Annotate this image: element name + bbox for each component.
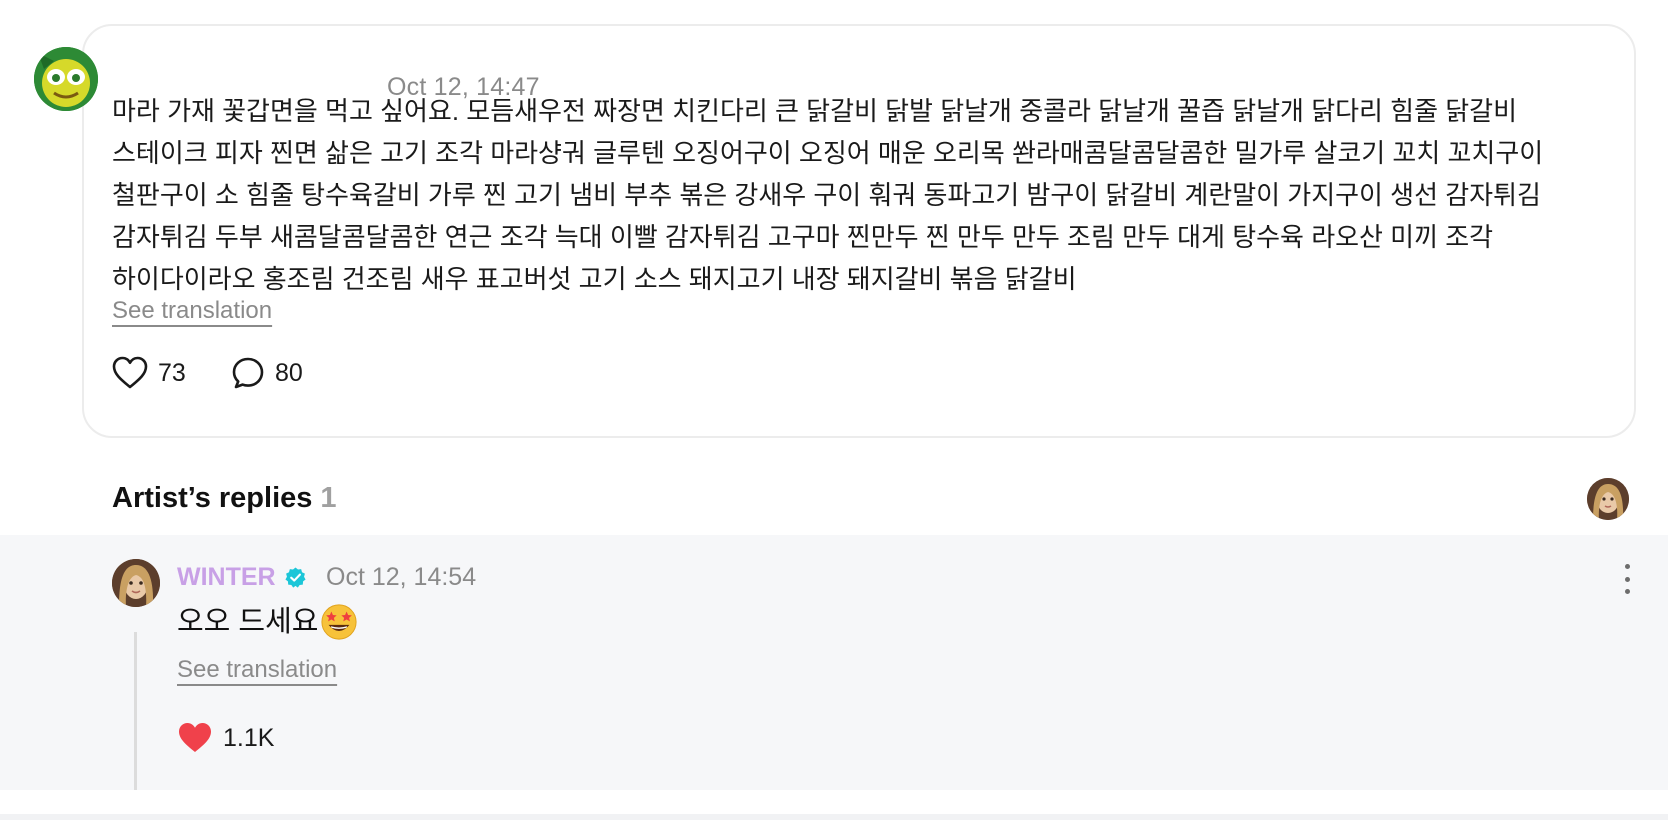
reply-text: 오오 드세요 [177,606,319,638]
artist-avatar-icon [112,559,160,607]
reply-timestamp: Oct 12, 14:54 [326,563,477,591]
reply-author-label: WINTER [177,563,276,591]
artist-replies-count: 1 [320,482,337,514]
reply-author-name[interactable]: WINTER [177,563,307,592]
reply-thread-line [134,632,137,790]
heart-outline-icon [112,356,148,389]
artist-replies-title: Artist’s replies [112,482,313,514]
reply-see-translation-link[interactable]: See translation [177,656,337,684]
post-comment-button[interactable]: 80 [231,356,303,390]
post-author-avatar[interactable] [34,47,98,111]
verified-badge-icon [285,567,306,588]
post-like-button[interactable]: 73 [112,356,186,390]
artist-replies-avatar[interactable] [1587,478,1629,520]
artist-reply-panel: WINTER Oct 12, 14:54 오오 드세요 See translat… [0,535,1668,790]
reply-message: 오오 드세요 [177,602,358,642]
artist-avatar-icon [1587,478,1629,520]
post-see-translation-link[interactable]: See translation [112,297,272,325]
reply-more-options-icon[interactable] [1622,564,1632,594]
speech-bubble-icon [232,357,264,389]
green-character-avatar-icon [34,47,98,111]
reply-author-avatar[interactable] [112,559,160,607]
section-divider [0,814,1668,820]
artist-replies-heading: Artist’s replies 1 [112,482,337,515]
reply-like-button[interactable]: 1.1K [177,721,274,755]
post-comment-count: 80 [275,358,303,387]
fan-post-card: Oct 12, 14:47 마라 가재 꽃갑면을 먹고 싶어요. 모듬새우전 짜… [34,24,1636,438]
post-body-text: 마라 가재 꽃갑면을 먹고 싶어요. 모듬새우전 짜장면 치킨다리 큰 닭갈비 … [112,96,1544,294]
reply-like-count: 1.1K [223,723,275,752]
star-struck-emoji-icon [321,604,358,640]
heart-filled-icon [179,723,211,752]
post-like-count: 73 [158,358,186,387]
